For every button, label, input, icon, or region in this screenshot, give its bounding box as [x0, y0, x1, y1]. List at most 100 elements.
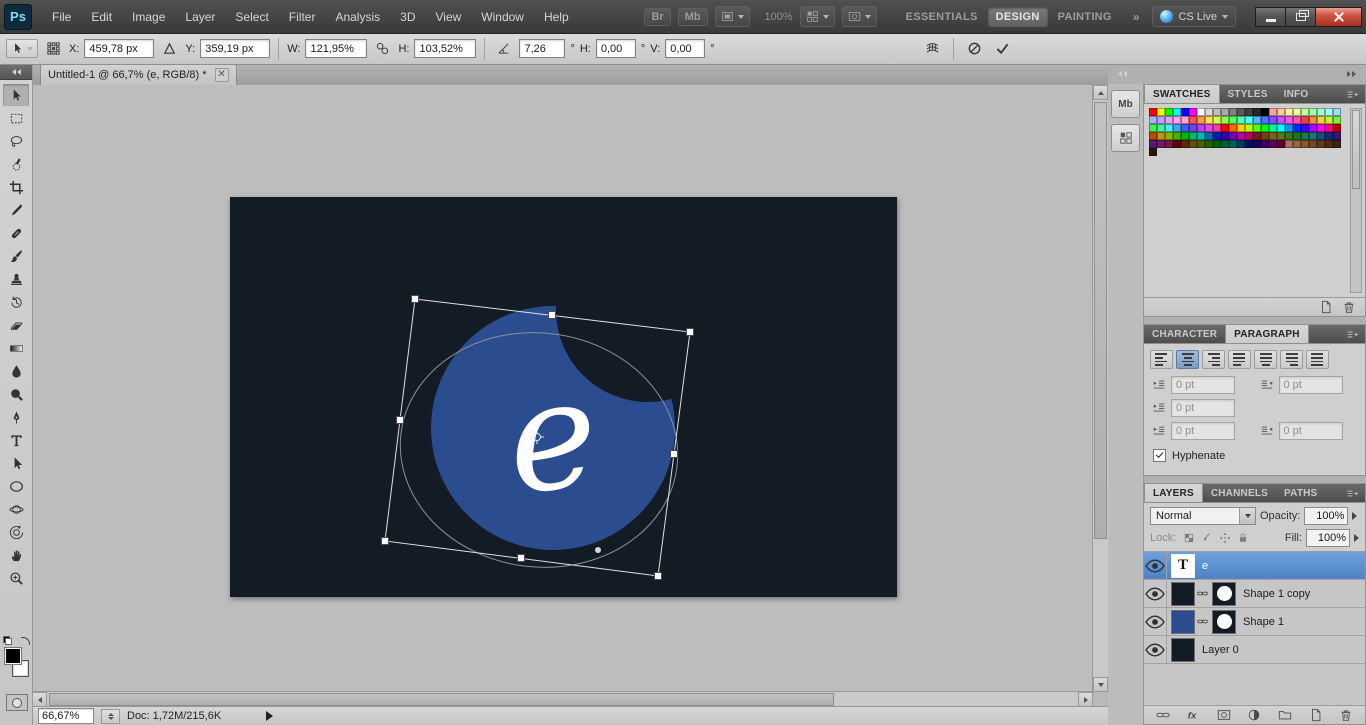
- workspace-design[interactable]: DESIGN: [987, 6, 1048, 27]
- paragraph-panel-menu-icon[interactable]: [1342, 327, 1362, 341]
- color-swatch[interactable]: [1181, 132, 1189, 140]
- color-swatch[interactable]: [1277, 132, 1285, 140]
- layers-tab-paths[interactable]: PATHS: [1276, 484, 1325, 502]
- transform-handle[interactable]: [381, 537, 389, 545]
- color-swatch[interactable]: [1229, 132, 1237, 140]
- color-swatch[interactable]: [1293, 140, 1301, 148]
- color-swatch[interactable]: [1317, 140, 1325, 148]
- workspace-essentials[interactable]: ESSENTIALS: [898, 7, 986, 27]
- width-scale-input[interactable]: 121,95%: [305, 39, 368, 58]
- panel-dock-button[interactable]: [1111, 124, 1140, 152]
- lock-all-button[interactable]: [1234, 530, 1251, 546]
- color-swatch[interactable]: [1181, 124, 1189, 132]
- color-swatch[interactable]: [1333, 116, 1341, 124]
- collapse-icon-dock-icon[interactable]: [1115, 68, 1130, 80]
- brush-tool[interactable]: [3, 245, 29, 267]
- layer-style-button[interactable]: [1185, 707, 1202, 723]
- tools-panel-header[interactable]: [0, 64, 32, 80]
- color-swatch[interactable]: [1173, 108, 1181, 116]
- link-dimensions-toggle[interactable]: [372, 38, 393, 59]
- menu-image[interactable]: Image: [122, 0, 175, 33]
- first-line-indent-field[interactable]: 0 pt: [1171, 399, 1235, 417]
- color-swatch[interactable]: [1197, 124, 1205, 132]
- color-swatch[interactable]: [1269, 140, 1277, 148]
- swatches-scrollbar[interactable]: [1350, 108, 1362, 293]
- color-swatch[interactable]: [1173, 116, 1181, 124]
- color-swatch[interactable]: [1293, 116, 1301, 124]
- type-tool[interactable]: [3, 429, 29, 451]
- color-swatch[interactable]: [1229, 108, 1237, 116]
- crop-tool[interactable]: [3, 176, 29, 198]
- transform-handle[interactable]: [654, 572, 662, 580]
- menu-file[interactable]: File: [42, 0, 81, 33]
- menu-view[interactable]: View: [425, 0, 471, 33]
- menu-layer[interactable]: Layer: [175, 0, 225, 33]
- default-colors-icon[interactable]: [3, 636, 12, 645]
- color-swatch[interactable]: [1205, 124, 1213, 132]
- gradient-tool[interactable]: [3, 337, 29, 359]
- opacity-input[interactable]: 100%: [1304, 507, 1349, 525]
- clone-stamp-tool[interactable]: [3, 268, 29, 290]
- color-swatch[interactable]: [1285, 108, 1293, 116]
- color-swatch[interactable]: [1269, 108, 1277, 116]
- color-swatch[interactable]: [1333, 124, 1341, 132]
- height-scale-input[interactable]: 103,52%: [414, 39, 477, 58]
- indent-left-field[interactable]: 0 pt: [1171, 376, 1235, 394]
- lock-position-button[interactable]: [1216, 530, 1233, 546]
- color-swatch[interactable]: [1237, 116, 1245, 124]
- color-swatch[interactable]: [1165, 140, 1173, 148]
- combo-arrow-button[interactable]: [1239, 508, 1255, 524]
- color-swatch[interactable]: [1197, 108, 1205, 116]
- canvas-area[interactable]: e: [32, 85, 1093, 692]
- lock-transparency-button[interactable]: [1180, 530, 1197, 546]
- layer-row-shape-1-copy[interactable]: Shape 1 copy: [1144, 580, 1365, 608]
- color-swatch[interactable]: [1157, 140, 1165, 148]
- color-swatch[interactable]: [1173, 124, 1181, 132]
- color-swatch[interactable]: [1309, 116, 1317, 124]
- transform-handle[interactable]: [548, 311, 556, 319]
- color-swatch[interactable]: [1165, 116, 1173, 124]
- delete-swatch-button[interactable]: [1340, 299, 1357, 315]
- pen-tool[interactable]: [3, 406, 29, 428]
- collapse-panels-icon[interactable]: [1344, 68, 1359, 80]
- align-right-button[interactable]: [1202, 350, 1225, 369]
- color-swatch[interactable]: [1189, 116, 1197, 124]
- link-layers-button[interactable]: [1154, 707, 1171, 723]
- eyedropper-tool[interactable]: [3, 199, 29, 221]
- vertical-scroll-thumb[interactable]: [1094, 102, 1107, 540]
- color-swatch[interactable]: [1189, 108, 1197, 116]
- swatches-panel-menu-icon[interactable]: [1342, 87, 1362, 101]
- screen-mode-button[interactable]: [841, 6, 877, 27]
- color-swatch[interactable]: [1149, 148, 1157, 156]
- color-swatch[interactable]: [1333, 108, 1341, 116]
- color-swatch[interactable]: [1221, 108, 1229, 116]
- color-swatch[interactable]: [1237, 124, 1245, 132]
- menu-3d[interactable]: 3D: [390, 0, 425, 33]
- color-swatch[interactable]: [1237, 140, 1245, 148]
- indent-right-field[interactable]: 0 pt: [1278, 376, 1343, 394]
- transform-handle[interactable]: [517, 554, 525, 562]
- reference-point-locator[interactable]: [43, 38, 64, 59]
- color-swatch[interactable]: [1173, 140, 1181, 148]
- color-swatch[interactable]: [1157, 108, 1165, 116]
- fill-input[interactable]: 100%: [1306, 529, 1350, 547]
- zoom-input[interactable]: 66,67%: [38, 708, 94, 724]
- transform-handle[interactable]: [670, 450, 678, 458]
- color-swatch[interactable]: [1149, 116, 1157, 124]
- space-before-field[interactable]: 0 pt: [1171, 422, 1235, 440]
- justify-last-left-button[interactable]: [1228, 350, 1251, 369]
- color-swatch[interactable]: [1261, 132, 1269, 140]
- ellipse-tool[interactable]: [3, 475, 29, 497]
- color-swatch[interactable]: [1213, 116, 1221, 124]
- fill-slider-icon[interactable]: [1354, 534, 1359, 542]
- tab-close-icon[interactable]: ✕: [214, 68, 229, 82]
- horizontal-scroll-thumb[interactable]: [49, 693, 835, 706]
- menu-window[interactable]: Window: [471, 0, 534, 33]
- color-swatch[interactable]: [1165, 124, 1173, 132]
- color-swatch[interactable]: [1317, 132, 1325, 140]
- color-swatch[interactable]: [1285, 116, 1293, 124]
- lock-pixels-button[interactable]: [1198, 530, 1215, 546]
- color-swatch[interactable]: [1149, 140, 1157, 148]
- move-tool[interactable]: [3, 84, 29, 106]
- layer-visibility-toggle[interactable]: [1144, 636, 1167, 663]
